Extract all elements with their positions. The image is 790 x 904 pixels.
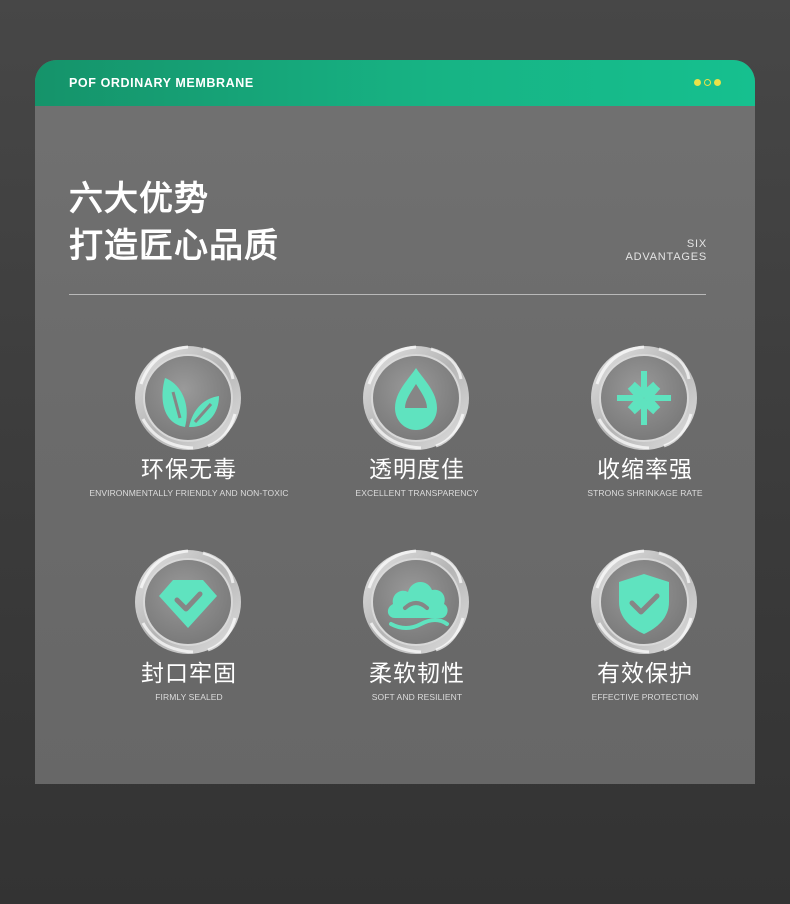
- wrapped-disc-badge: [363, 549, 469, 654]
- advantage-title: 有效保护: [597, 661, 693, 687]
- advantage-subtitle: SOFT AND RESILIENT: [371, 692, 463, 702]
- wrapped-disc-badge: [591, 549, 697, 654]
- side-label-line-1: SIX: [686, 238, 707, 250]
- six-advantages-label: SIX ADVANTAGES: [625, 238, 707, 264]
- advantage-subtitle: FIRMLY SEALED: [155, 692, 223, 702]
- advantage-title: 柔软韧性: [369, 661, 465, 687]
- headline-line-1: 六大优势: [69, 179, 209, 219]
- advantage-subtitle: EFFECTIVE PROTECTION: [591, 692, 699, 702]
- advantages-card: POF ORDINARY MEMBRANE 六大优势 打造匠心品质 SIX AD…: [35, 60, 755, 784]
- divider: [69, 294, 706, 295]
- side-label-line-2: ADVANTAGES: [625, 251, 707, 263]
- header-title: POF ORDINARY MEMBRANE: [69, 76, 254, 90]
- wrapped-disc-badge: [363, 345, 469, 450]
- advantage-subtitle: STRONG SHRINKAGE RATE: [587, 488, 703, 498]
- wrapped-disc-badge: [135, 549, 241, 654]
- advantage-title: 透明度佳: [369, 457, 465, 483]
- advantage-subtitle: EXCELLENT TRANSPARENCY: [355, 488, 479, 498]
- header-dots: [694, 79, 721, 86]
- wrapped-disc-badge: [135, 345, 241, 450]
- headline: 六大优势 打造匠心品质: [69, 176, 279, 270]
- advantage-title: 环保无毒: [141, 457, 237, 483]
- headline-line-2: 打造匠心品质: [69, 226, 279, 266]
- dot-ring-icon: [704, 79, 711, 86]
- wrapped-disc-badge: [591, 345, 697, 450]
- advantage-title: 封口牢固: [141, 661, 237, 687]
- advantage-subtitle: ENVIRONMENTALLY FRIENDLY AND NON-TOXIC: [89, 488, 289, 498]
- advantage-title: 收缩率强: [597, 457, 693, 483]
- dot-icon: [694, 79, 701, 86]
- dot-icon: [714, 79, 721, 86]
- header-bar: POF ORDINARY MEMBRANE: [35, 60, 755, 106]
